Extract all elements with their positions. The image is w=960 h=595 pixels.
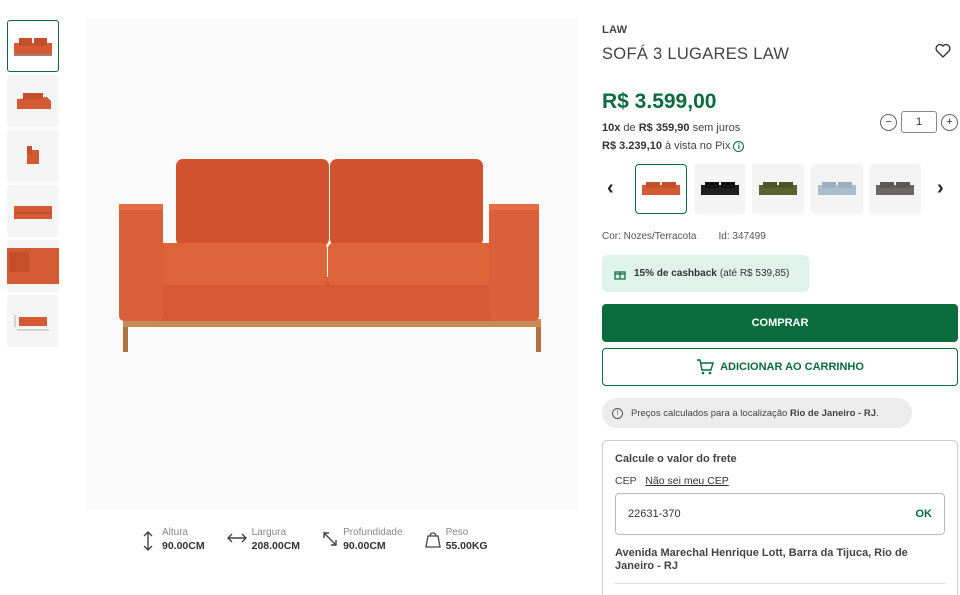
info-icon: !: [612, 407, 623, 419]
thumbnail-front[interactable]: [7, 20, 59, 72]
decrease-quantity-button[interactable]: −: [880, 113, 897, 131]
cart-icon: [697, 359, 715, 375]
depth-icon: [322, 531, 338, 551]
thumbnail-list: [7, 20, 59, 350]
info-icon[interactable]: i: [733, 140, 745, 152]
thumbnail-back[interactable]: [7, 185, 59, 237]
thumbnail-angle[interactable]: [7, 75, 59, 127]
thumbnail-side[interactable]: [7, 130, 59, 182]
dimension-label: Peso: [445, 527, 469, 538]
cashback-highlight: 15% de cashback: [634, 268, 717, 279]
product-brand[interactable]: LAW: [602, 24, 627, 36]
cep-row: CEP Não sei meu CEP: [615, 475, 945, 487]
location-text: Preços calculados para a localização Rio…: [631, 408, 879, 419]
product-meta: Cor: Nozes/Terracota Id: 347499: [602, 231, 766, 242]
buy-button[interactable]: COMPRAR: [602, 304, 958, 342]
divider: [615, 583, 945, 584]
cep-field: OK: [615, 493, 945, 535]
chevron-left-icon[interactable]: ‹: [607, 178, 614, 198]
cep-input[interactable]: [628, 508, 828, 520]
ok-button[interactable]: OK: [916, 508, 933, 520]
dimension-label: Largura: [251, 527, 287, 538]
dimension-height: Altura 90.00CM: [141, 527, 205, 553]
freight-title: Calcule o valor do frete: [615, 453, 737, 465]
freight-calculator: Calcule o valor do frete CEP Não sei meu…: [602, 440, 958, 595]
increase-quantity-button[interactable]: +: [941, 113, 958, 131]
dimensions-list: Altura 90.00CM Largura 208.00CM Profundi…: [141, 527, 510, 553]
location-suffix: .: [876, 407, 879, 419]
add-to-cart-button[interactable]: ADICIONAR AO CARRINHO: [602, 348, 958, 386]
variant-preto[interactable]: [694, 164, 746, 214]
add-to-cart-label: ADICIONAR AO CARRINHO: [720, 361, 864, 373]
product-main-image[interactable]: [86, 18, 578, 510]
unknown-cep-link[interactable]: Não sei meu CEP: [645, 475, 728, 487]
installments-suffix: sem juros: [692, 122, 741, 134]
variant-azul[interactable]: [811, 164, 863, 214]
quantity-stepper: − +: [880, 111, 958, 133]
dimension-depth: Profundidade 90.00CM: [322, 527, 403, 553]
weight-icon: [424, 531, 441, 551]
thumbnail-detail[interactable]: [7, 240, 59, 292]
installments-amount: R$ 359,90: [638, 122, 690, 134]
dimension-value: 90.00CM: [162, 540, 205, 552]
pix-price: R$ 3.239,10 à vista no Pix i: [602, 140, 745, 152]
location-city: Rio de Janeiro - RJ: [789, 407, 877, 419]
heart-icon[interactable]: [935, 43, 953, 61]
dimension-label: Altura: [162, 527, 189, 538]
dimension-width: Largura 208.00CM: [226, 527, 301, 553]
width-icon: [226, 531, 247, 551]
product-color: Cor: Nozes/Terracota: [602, 231, 697, 242]
product-price: R$ 3.599,00: [602, 90, 717, 113]
thumbnail-measures[interactable]: [7, 295, 59, 347]
pix-suffix: à vista no Pix: [664, 140, 731, 152]
cep-label: CEP: [615, 475, 637, 487]
color-variant-carousel: ‹ ›: [602, 164, 958, 216]
dimension-value: 208.00CM: [251, 540, 301, 552]
gift-icon: [614, 270, 626, 280]
variant-terracota[interactable]: [635, 164, 687, 214]
sofa-image: [119, 159, 541, 352]
chevron-right-icon[interactable]: ›: [937, 178, 960, 198]
pix-amount: R$ 3.239,10: [602, 140, 662, 152]
variant-verde[interactable]: [752, 164, 804, 214]
dimension-value: 90.00CM: [343, 540, 386, 552]
delivery-address: Avenida Marechal Henrique Lott, Barra da…: [615, 547, 908, 572]
location-notice: ! Preços calculados para a localização R…: [602, 398, 912, 428]
product-id: Id: 347499: [718, 231, 766, 242]
dimension-label: Profundidade: [343, 527, 403, 538]
installments-count: 10x: [602, 122, 621, 134]
location-prefix: Preços calculados para a localização: [631, 407, 788, 419]
height-icon: [141, 531, 157, 551]
dimension-value: 55.00KG: [445, 540, 488, 552]
product-title: SOFÁ 3 LUGARES LAW: [602, 45, 790, 63]
installments-de: de: [623, 122, 636, 134]
cashback-badge: 15% de cashback (até R$ 539,85): [602, 255, 809, 292]
variant-cinza[interactable]: [869, 164, 921, 214]
quantity-input[interactable]: [901, 111, 937, 133]
dimension-weight: Peso 55.00KG: [424, 527, 488, 553]
installments-text: 10x de R$ 359,90 sem juros: [602, 122, 740, 134]
cashback-detail: (até R$ 539,85): [719, 268, 790, 279]
